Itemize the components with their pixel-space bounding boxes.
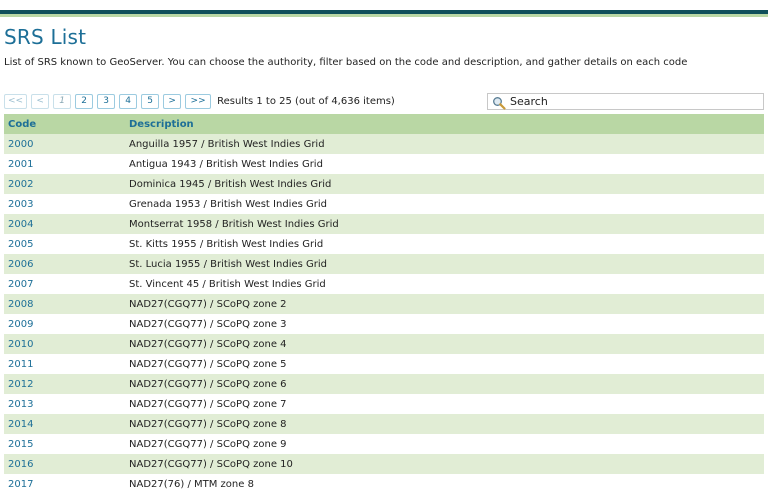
table-header-row: Code Description	[4, 114, 764, 134]
srs-code-link[interactable]: 2013	[4, 394, 125, 414]
table-row: 2001 Antigua 1943 / British West Indies G…	[4, 154, 764, 174]
search-box[interactable]	[487, 93, 764, 110]
srs-code-link[interactable]: 2014	[4, 414, 125, 434]
srs-description: St. Vincent 45 / British West Indies Gri…	[125, 274, 764, 294]
srs-code-link[interactable]: 2003	[4, 194, 125, 214]
srs-description: St. Kitts 1955 / British West Indies Gri…	[125, 234, 764, 254]
table-row: 2004 Montserrat 1958 / British West Indie…	[4, 214, 764, 234]
table-row: 2008 NAD27(CGQ77) / SCoPQ zone 2	[4, 294, 764, 314]
srs-code-link[interactable]: 2009	[4, 314, 125, 334]
table-row: 2015 NAD27(CGQ77) / SCoPQ zone 9	[4, 434, 764, 454]
prev-page-button[interactable]: <	[31, 93, 50, 109]
srs-description: NAD27(CGQ77) / SCoPQ zone 4	[125, 334, 764, 354]
srs-code-link[interactable]: 2001	[4, 154, 125, 174]
search-input[interactable]	[510, 95, 750, 108]
table-row: 2009 NAD27(CGQ77) / SCoPQ zone 3	[4, 314, 764, 334]
srs-description: NAD27(CGQ77) / SCoPQ zone 5	[125, 354, 764, 374]
page-title: SRS List	[4, 25, 87, 49]
table-row: 2005 St. Kitts 1955 / British West Indies…	[4, 234, 764, 254]
srs-description: Anguilla 1957 / British West Indies Grid	[125, 134, 764, 154]
srs-description: NAD27(CGQ77) / SCoPQ zone 2	[125, 294, 764, 314]
table-row: 2003 Grenada 1953 / British West Indies G…	[4, 194, 764, 214]
table-row: 2011 NAD27(CGQ77) / SCoPQ zone 5	[4, 354, 764, 374]
table-row: 2016 NAD27(CGQ77) / SCoPQ zone 10	[4, 454, 764, 474]
srs-table: Code Description 2000 Anguilla 1957 / Bri…	[4, 114, 764, 494]
srs-code-link[interactable]: 2017	[4, 474, 125, 494]
srs-description: NAD27(CGQ77) / SCoPQ zone 7	[125, 394, 764, 414]
table-row: 2002 Dominica 1945 / British West Indies …	[4, 174, 764, 194]
table-row: 2010 NAD27(CGQ77) / SCoPQ zone 4	[4, 334, 764, 354]
srs-code-link[interactable]: 2006	[4, 254, 125, 274]
srs-code-link[interactable]: 2005	[4, 234, 125, 254]
top-banner-accent	[0, 14, 768, 17]
srs-description: NAD27(CGQ77) / SCoPQ zone 6	[125, 374, 764, 394]
pagination: << < 1 2 3 4 5 > >> Results 1 to 25 (out…	[4, 93, 395, 109]
srs-code-link[interactable]: 2008	[4, 294, 125, 314]
table-row: 2013 NAD27(CGQ77) / SCoPQ zone 7	[4, 394, 764, 414]
srs-code-link[interactable]: 2002	[4, 174, 125, 194]
table-row: 2007 St. Vincent 45 / British West Indies…	[4, 274, 764, 294]
table-row: 2006 St. Lucia 1955 / British West Indies…	[4, 254, 764, 274]
srs-code-link[interactable]: 2011	[4, 354, 125, 374]
srs-code-link[interactable]: 2015	[4, 434, 125, 454]
srs-code-link[interactable]: 2004	[4, 214, 125, 234]
table-row: 2000 Anguilla 1957 / British West Indies …	[4, 134, 764, 154]
srs-description: St. Lucia 1955 / British West Indies Gri…	[125, 254, 764, 274]
srs-description: NAD27(CGQ77) / SCoPQ zone 10	[125, 454, 764, 474]
srs-description: Montserrat 1958 / British West Indies Gr…	[125, 214, 764, 234]
srs-description: NAD27(76) / MTM zone 8	[125, 474, 764, 494]
srs-code-link[interactable]: 2010	[4, 334, 125, 354]
results-count: Results 1 to 25 (out of 4,636 items)	[217, 95, 395, 107]
srs-description: NAD27(CGQ77) / SCoPQ zone 8	[125, 414, 764, 434]
srs-code-link[interactable]: 2000	[4, 134, 125, 154]
last-page-button[interactable]: >>	[185, 93, 212, 109]
srs-code-link[interactable]: 2012	[4, 374, 125, 394]
page-button-4[interactable]: 4	[119, 93, 138, 109]
code-column-header[interactable]: Code	[4, 114, 125, 134]
srs-description: Dominica 1945 / British West Indies Grid	[125, 174, 764, 194]
top-banner-bar	[0, 0, 768, 14]
table-row: 2012 NAD27(CGQ77) / SCoPQ zone 6	[4, 374, 764, 394]
page-description: List of SRS known to GeoServer. You can …	[4, 57, 688, 68]
first-page-button[interactable]: <<	[4, 93, 28, 109]
table-row: 2014 NAD27(CGQ77) / SCoPQ zone 8	[4, 414, 764, 434]
next-page-button[interactable]: >	[163, 93, 182, 109]
page-button-5[interactable]: 5	[141, 93, 160, 109]
description-column-header[interactable]: Description	[125, 114, 764, 134]
table-row: 2017 NAD27(76) / MTM zone 8	[4, 474, 764, 494]
srs-code-link[interactable]: 2007	[4, 274, 125, 294]
srs-description: Grenada 1953 / British West Indies Grid	[125, 194, 764, 214]
page-button-2[interactable]: 2	[75, 93, 94, 109]
srs-code-link[interactable]: 2016	[4, 454, 125, 474]
srs-description: NAD27(CGQ77) / SCoPQ zone 3	[125, 314, 764, 334]
srs-description: NAD27(CGQ77) / SCoPQ zone 9	[125, 434, 764, 454]
magnifier-icon	[492, 95, 506, 110]
srs-description: Antigua 1943 / British West Indies Grid	[125, 154, 764, 174]
page-button-3[interactable]: 3	[97, 93, 116, 109]
page-button-1[interactable]: 1	[53, 93, 72, 109]
